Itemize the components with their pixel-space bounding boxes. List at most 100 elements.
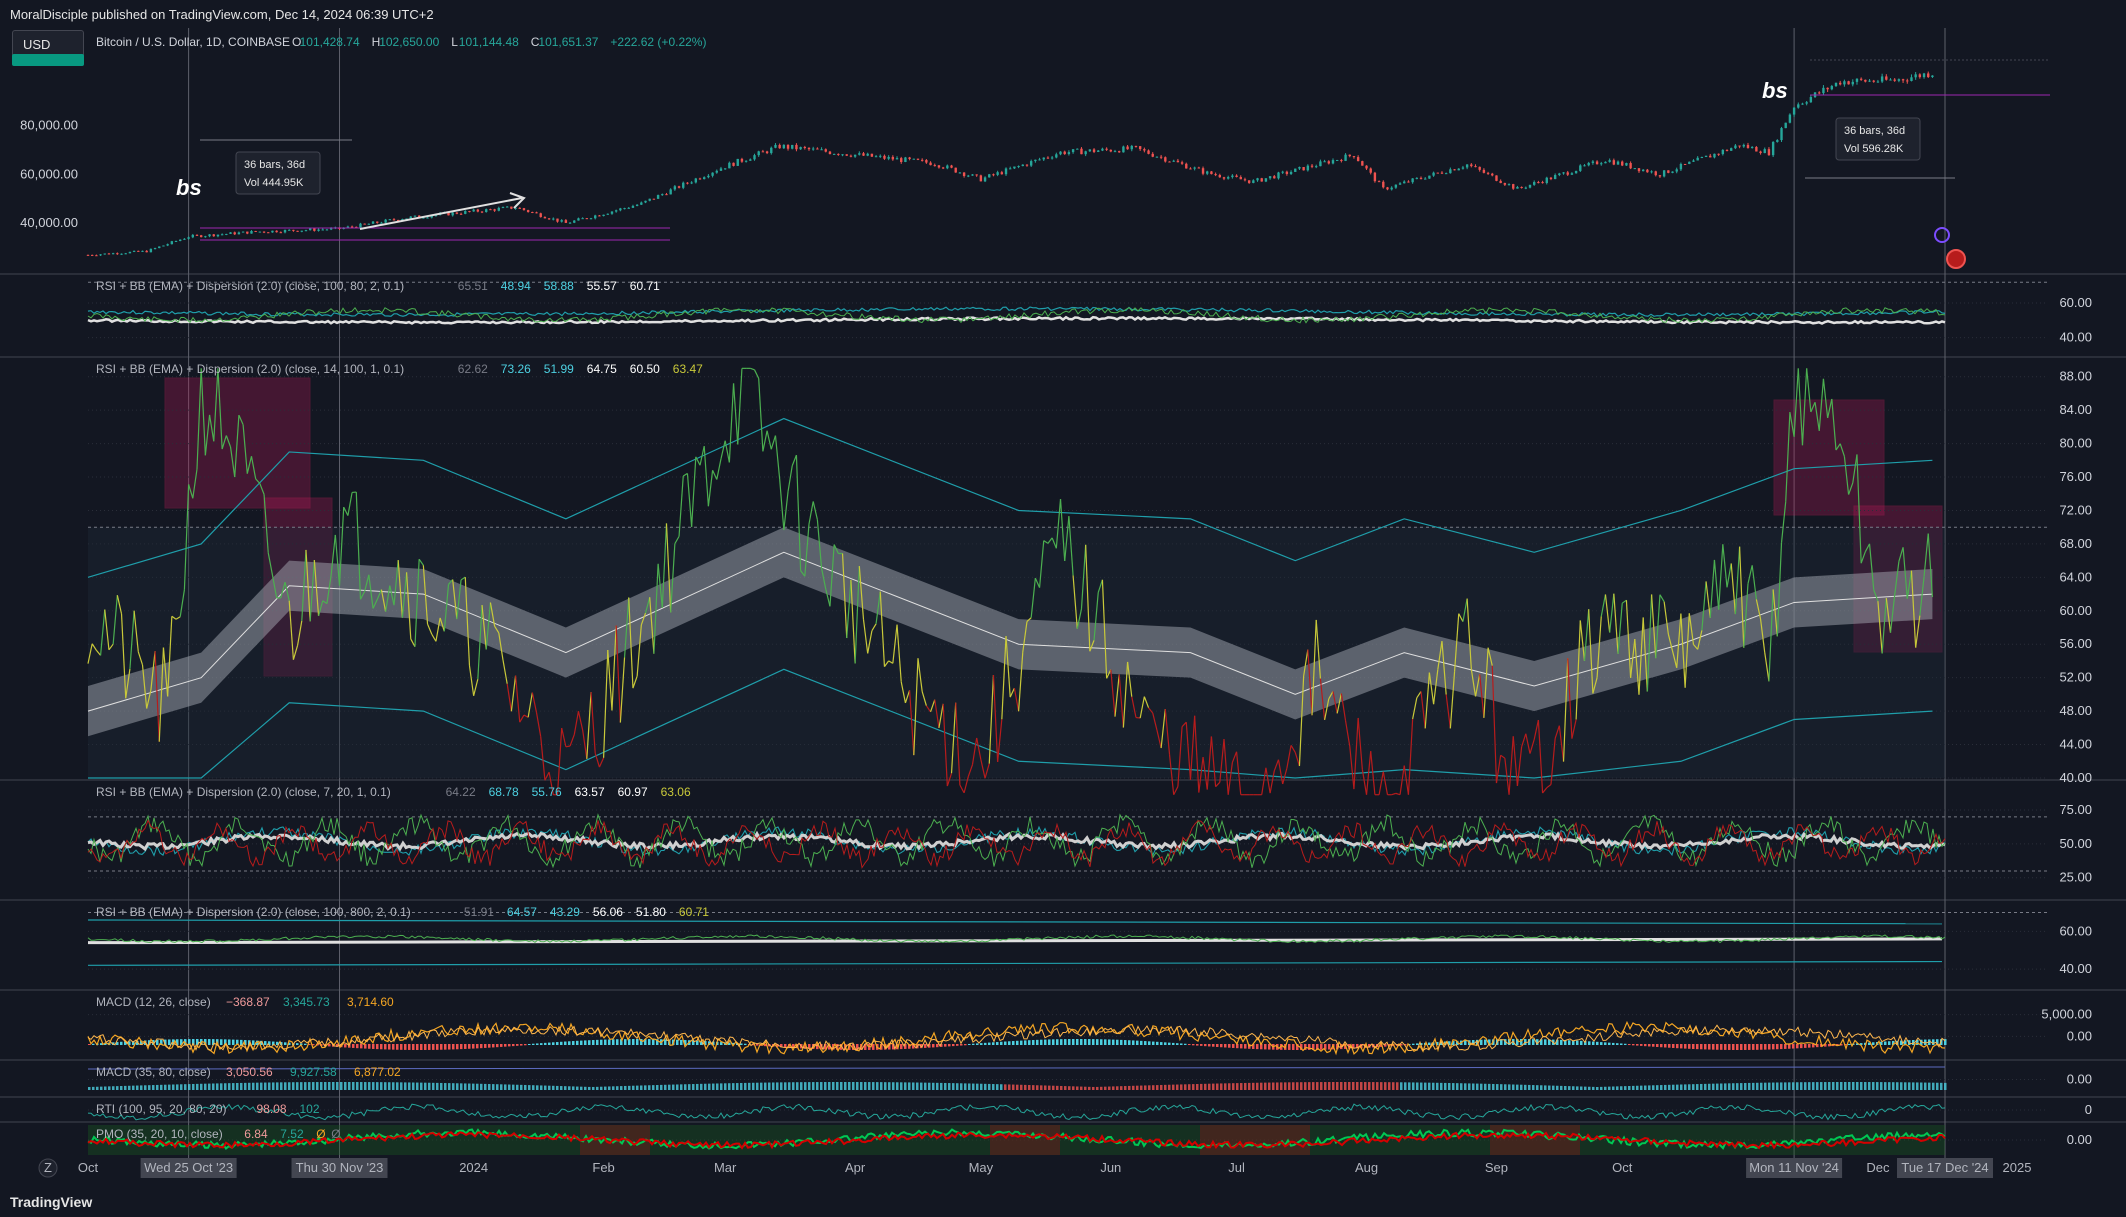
macd-histogram-bar xyxy=(192,1083,195,1090)
indicator-tick-label: 88.00 xyxy=(2059,369,2092,384)
candle-body xyxy=(485,209,488,212)
candle-body xyxy=(1700,156,1704,158)
macd-histogram-bar xyxy=(1620,1043,1623,1045)
macd-histogram-bar xyxy=(1328,1082,1331,1090)
candle-body xyxy=(1449,169,1452,174)
macd-histogram-bar xyxy=(1480,1083,1483,1090)
candle-body xyxy=(1101,148,1104,151)
indicator-tick-label: 40.00 xyxy=(2059,330,2092,345)
macd-histogram-bar xyxy=(1524,1084,1527,1090)
candle-body xyxy=(1126,146,1129,150)
candle-body xyxy=(1403,181,1406,184)
macd-histogram-bar xyxy=(1780,1044,1783,1050)
candle-body xyxy=(1176,160,1180,163)
candle-body xyxy=(535,212,538,214)
macd-histogram-bar xyxy=(1512,1084,1515,1090)
macd-histogram-bar xyxy=(992,1042,995,1045)
candle-body xyxy=(392,219,396,221)
macd-histogram-bar xyxy=(876,1082,879,1090)
macd-histogram-bar xyxy=(1212,1044,1215,1047)
candle-body xyxy=(845,154,848,156)
candle-body xyxy=(204,236,207,238)
macd-histogram-bar xyxy=(1664,1084,1667,1090)
macd-histogram-bar xyxy=(1704,1083,1707,1090)
macd-histogram-bar xyxy=(1612,1042,1615,1045)
macd-histogram-bar xyxy=(1816,1082,1819,1090)
macd-histogram-bar xyxy=(1544,1085,1547,1090)
macd-histogram-bar xyxy=(888,1082,891,1090)
indicator-tick-label: 0.00 xyxy=(2067,1028,2092,1043)
macd-histogram-bar xyxy=(1268,1082,1271,1090)
macd-histogram-bar xyxy=(1740,1044,1743,1050)
candle-body xyxy=(120,253,123,255)
candle-body xyxy=(703,177,706,180)
macd-histogram-bar xyxy=(1792,1082,1795,1090)
macd-histogram-bar xyxy=(1396,1082,1399,1090)
macd-histogram-bar xyxy=(360,1044,363,1049)
candle-body xyxy=(107,253,111,255)
macd-histogram-bar xyxy=(460,1083,463,1090)
candle-body xyxy=(1532,182,1536,185)
candle-body xyxy=(1604,161,1607,164)
candle-body xyxy=(916,158,920,160)
candle-body xyxy=(723,168,727,170)
macd-histogram-bar xyxy=(464,1044,467,1049)
macd-histogram-bar xyxy=(392,1082,395,1090)
macd-histogram-bar xyxy=(1212,1083,1215,1090)
candle-body xyxy=(132,250,136,252)
candle-body xyxy=(233,232,236,235)
candle-body xyxy=(1382,181,1385,188)
candle-body xyxy=(1763,149,1766,154)
macd-histogram-bar xyxy=(1568,1086,1571,1090)
candle-body xyxy=(870,153,874,157)
macd-histogram-bar xyxy=(1012,1041,1015,1045)
candle-body xyxy=(1868,80,1871,82)
candle-body xyxy=(1029,161,1033,166)
macd-histogram-bar xyxy=(952,1083,955,1090)
macd-histogram-bar xyxy=(296,1082,299,1090)
macd-histogram-bar xyxy=(492,1084,495,1090)
macd-histogram-bar xyxy=(1584,1086,1587,1090)
macd-histogram-bar xyxy=(1740,1083,1743,1090)
macd-histogram-bar xyxy=(604,1039,607,1045)
candle-body xyxy=(1692,160,1695,162)
footer: TradingView xyxy=(0,1187,2126,1217)
indicator-value: 51.80 xyxy=(636,905,666,919)
macd-histogram-bar xyxy=(1332,1082,1335,1090)
price-pane[interactable]: 80,000.00 60,000.00 40,000.00 xyxy=(20,59,2050,257)
macd-histogram-bar xyxy=(1352,1082,1355,1090)
macd-histogram-bar xyxy=(372,1044,375,1049)
macd-histogram-bar xyxy=(1660,1085,1663,1090)
macd-histogram-bar xyxy=(1936,1082,1939,1090)
macd-histogram-bar xyxy=(1256,1044,1259,1050)
macd-histogram-bar xyxy=(1696,1084,1699,1090)
candle-body xyxy=(1130,145,1133,150)
candle-body xyxy=(1901,79,1905,81)
macd-histogram-bar xyxy=(524,1044,527,1046)
macd-histogram-bar xyxy=(1876,1082,1879,1090)
macd-histogram-bar xyxy=(1160,1042,1163,1045)
macd-histogram-bar xyxy=(788,1082,791,1090)
candle-body xyxy=(1306,165,1310,171)
macd-histogram-bar xyxy=(100,1086,103,1090)
candle-body xyxy=(1440,172,1444,174)
macd-histogram-bar xyxy=(176,1084,179,1090)
macd-histogram-bar xyxy=(1720,1083,1723,1090)
chart-canvas[interactable]: 80,000.00 60,000.00 40,000.00 60.00 40.00 88… xyxy=(0,0,2126,1217)
candle-body xyxy=(451,212,454,216)
candle-body xyxy=(99,254,102,256)
candle-body xyxy=(1315,166,1318,168)
macd-histogram-bar xyxy=(588,1086,591,1090)
candle-body xyxy=(145,250,148,253)
macd-histogram-bar xyxy=(1056,1039,1059,1045)
candle-body xyxy=(1633,168,1637,170)
macd-histogram-bar xyxy=(144,1085,147,1090)
candle-body xyxy=(946,165,949,169)
macd-histogram-bar xyxy=(1004,1084,1007,1090)
macd-histogram-bar xyxy=(684,1084,687,1090)
candle-body xyxy=(686,182,689,184)
candle-body xyxy=(690,182,693,184)
macd-histogram-bar xyxy=(1628,1044,1631,1046)
macd-histogram-bar xyxy=(352,1082,355,1090)
candle-body xyxy=(292,229,295,231)
